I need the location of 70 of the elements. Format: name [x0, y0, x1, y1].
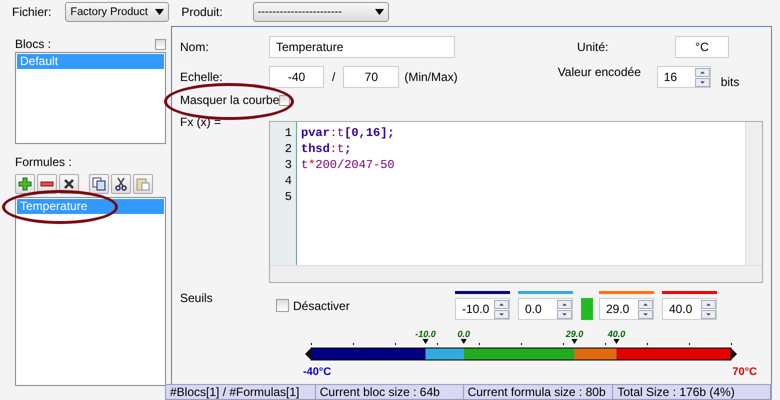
name-field[interactable]: Temperature — [269, 36, 455, 58]
spin-up-icon[interactable] — [701, 300, 716, 308]
marker-label: -10.0 — [415, 329, 436, 344]
status-cell: #Blocs[1] / #Formulas[1] — [166, 385, 316, 399]
spin-down-icon[interactable] — [494, 310, 509, 318]
scale-max-field[interactable]: 70 — [343, 66, 400, 88]
scale-hint: (Min/Max) — [404, 70, 458, 84]
spin-up-icon[interactable] — [494, 300, 509, 308]
scissors-icon — [114, 177, 128, 191]
threshold-spinbox[interactable]: 29.0 — [599, 298, 654, 320]
disable-label: Désactiver — [293, 298, 351, 312]
spin-up-icon[interactable] — [638, 300, 653, 308]
spin-down-icon[interactable] — [557, 310, 572, 318]
spin-up-icon[interactable] — [557, 300, 572, 308]
file-dropdown[interactable]: Factory Product — [65, 2, 170, 22]
threshold-spinbox[interactable]: 0.0 — [518, 298, 573, 320]
close-icon — [62, 177, 76, 191]
spin-down-icon[interactable] — [638, 310, 653, 318]
threshold-spinbox[interactable]: -10.0 — [455, 298, 510, 320]
copy-button[interactable] — [89, 174, 109, 194]
scale-min-field[interactable]: -40 — [269, 66, 324, 88]
horizontal-scrollbar[interactable] — [270, 265, 762, 282]
paste-icon — [136, 177, 150, 191]
scale-min-label: -40°C — [303, 366, 332, 378]
product-dropdown[interactable]: ----------------------- — [252, 2, 389, 22]
unit-label: Unité: — [577, 40, 610, 54]
status-cell: Current formula size : 80b — [464, 385, 614, 399]
status-cell: Total Size : 176b (4%) — [613, 385, 771, 399]
add-button[interactable] — [15, 174, 35, 194]
code-line: t*200/2047-50 — [301, 157, 396, 173]
scale-label: Echelle: — [180, 70, 224, 84]
separator-text: / — [332, 70, 336, 84]
status-cell: Current bloc size : 64b — [316, 385, 464, 399]
copy-icon — [92, 177, 106, 191]
bits-label: bits — [720, 75, 740, 89]
spin-down-icon[interactable] — [701, 310, 716, 318]
spin-up-icon[interactable] — [694, 68, 710, 76]
file-label: Fichier: — [12, 5, 52, 19]
cut-button[interactable] — [111, 174, 131, 194]
name-label: Nom: — [180, 40, 210, 54]
blocks-checkbox[interactable] — [155, 38, 166, 50]
line-number: 3 — [284, 157, 293, 173]
encoded-spinbox[interactable]: 16 — [656, 66, 711, 88]
plus-icon — [18, 177, 32, 191]
code-line: pvar:t[0,16]; — [301, 125, 396, 141]
code-line: thsd:t; — [301, 141, 352, 157]
line-number: 4 — [284, 173, 293, 189]
thresholds-label: Seuils — [180, 291, 214, 307]
scale-max-label: 70°C — [732, 366, 757, 378]
marker-label: 29.0 — [566, 329, 584, 344]
threshold-spinbox[interactable]: 40.0 — [662, 298, 717, 320]
dropdown-arrow-icon — [374, 9, 384, 15]
line-number: 5 — [284, 189, 293, 205]
formulas-label: Formules : — [15, 155, 72, 169]
encoded-label: Valeur encodée — [558, 65, 642, 79]
line-number: 2 — [284, 141, 293, 157]
blocks-label: Blocs : — [15, 37, 52, 51]
product-label: Produit: — [181, 5, 223, 19]
marker-label: 40.0 — [608, 329, 626, 344]
line-number: 1 — [284, 125, 293, 141]
spin-down-icon[interactable] — [694, 78, 710, 86]
disable-checkbox[interactable] — [276, 299, 289, 312]
fx-label: Fx (x) = — [180, 115, 222, 131]
dropdown-arrow-icon — [155, 9, 164, 15]
marker-label: 0.0 — [457, 329, 470, 344]
code-editor[interactable]: 1 2 3 4 5 pvar:t[0,16]; thsd:t; t*200/2047-50 — [269, 121, 763, 283]
unit-field[interactable]: °C — [675, 36, 729, 58]
hide-curve-label: Masquer la courbe — [180, 93, 280, 107]
hide-curve-checkbox[interactable] — [279, 94, 290, 106]
vertical-scrollbar[interactable] — [745, 122, 762, 265]
